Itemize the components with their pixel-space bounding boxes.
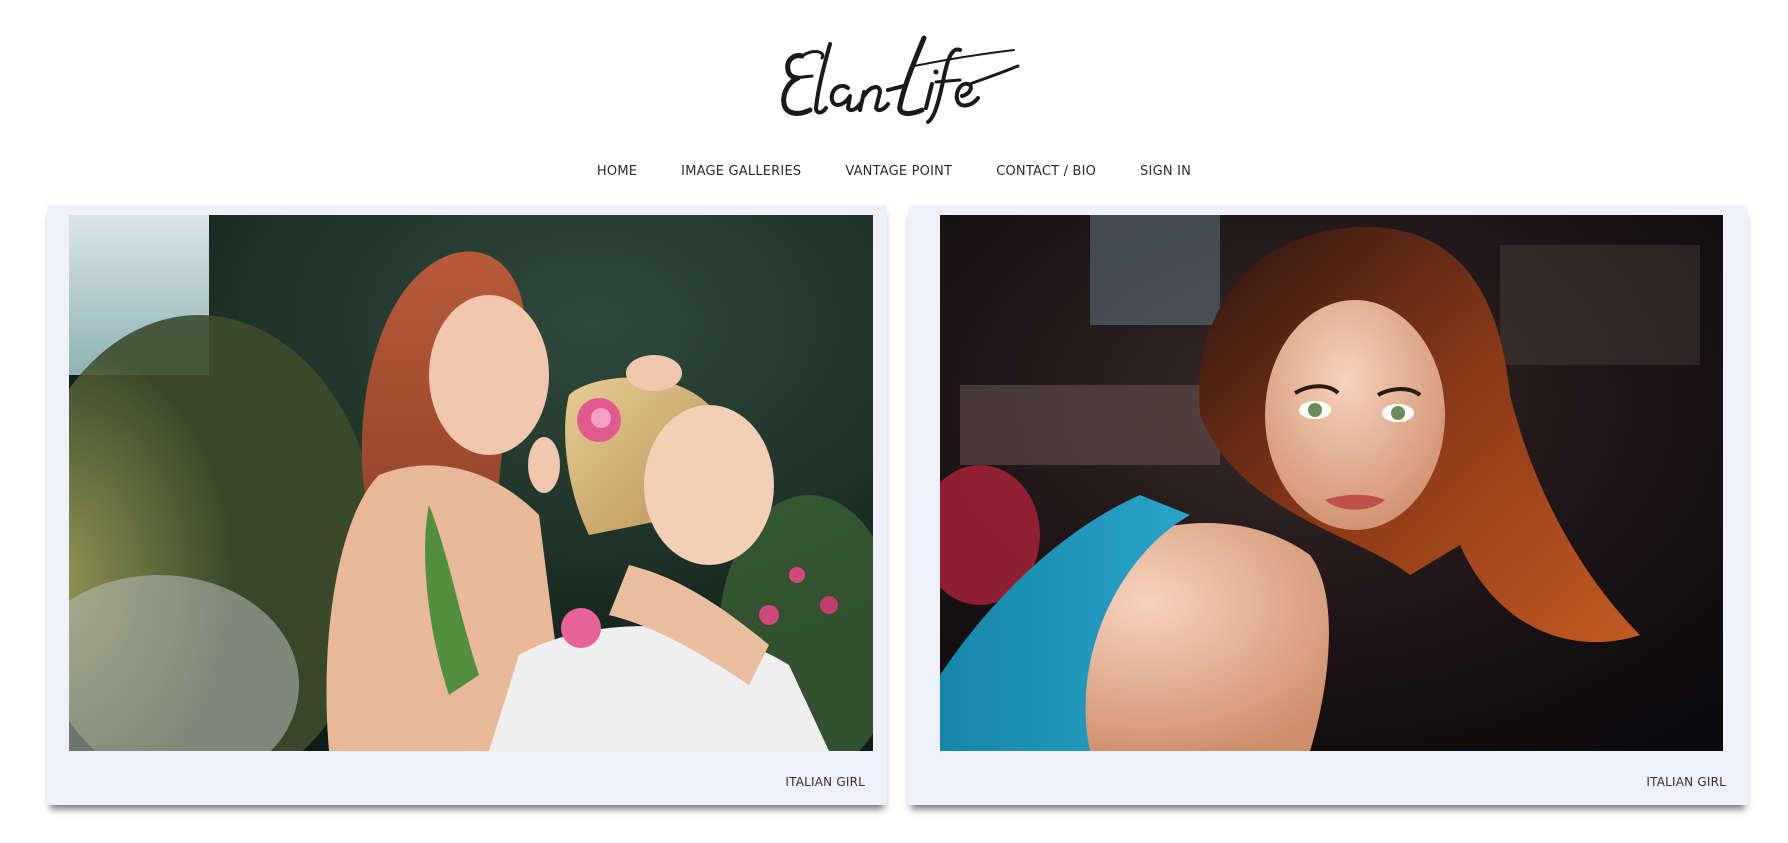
main-navigation: HOME IMAGE GALLERIES VANTAGE POINT CONTA… <box>0 160 1788 183</box>
photo-image <box>940 215 1723 751</box>
gallery-photo-two-women[interactable] <box>69 215 873 751</box>
nav-contact-bio[interactable]: CONTACT / BIO <box>996 160 1096 183</box>
gallery-card[interactable]: ITALIAN GIRL <box>908 205 1748 805</box>
photo-caption[interactable]: ITALIAN GIRL <box>1646 775 1726 789</box>
photo-image <box>69 215 873 751</box>
gallery-card[interactable]: ITALIAN GIRL <box>47 205 887 805</box>
elan-life-logo-script <box>781 35 1020 124</box>
nav-sign-in[interactable]: SIGN IN <box>1140 160 1191 183</box>
gallery-grid: ITALIAN GIRL ITALIAN GIRL <box>0 205 1788 805</box>
gallery-photo-portrait[interactable] <box>940 215 1723 751</box>
site-logo[interactable] <box>764 26 1024 126</box>
nav-image-galleries[interactable]: IMAGE GALLERIES <box>681 160 801 183</box>
nav-vantage-point[interactable]: VANTAGE POINT <box>845 160 952 183</box>
photo-caption[interactable]: ITALIAN GIRL <box>785 775 865 789</box>
nav-home[interactable]: HOME <box>597 160 637 183</box>
